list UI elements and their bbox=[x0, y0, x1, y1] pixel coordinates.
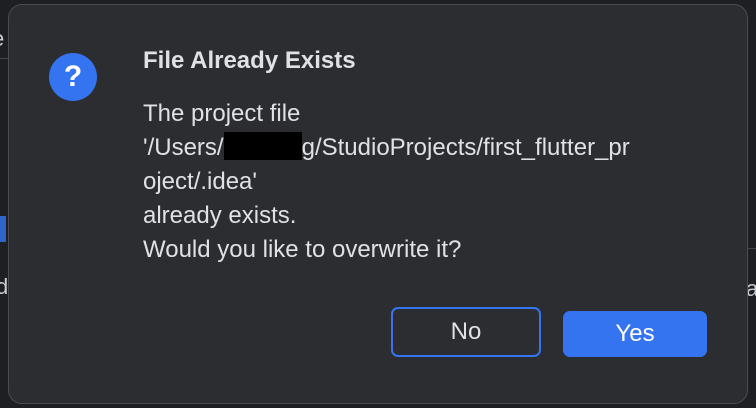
background-text-fragment: e bbox=[0, 28, 4, 50]
background-divider bbox=[0, 58, 8, 59]
dialog-message: The project file '/Users/g/StudioProject… bbox=[143, 97, 713, 267]
question-icon: ? bbox=[49, 53, 97, 101]
message-path-line: '/Users/g/StudioProjects/first_flutter_p… bbox=[143, 131, 713, 165]
path-prefix: '/Users/ bbox=[143, 134, 224, 161]
message-line: The project file bbox=[143, 100, 301, 127]
dialog-title: File Already Exists bbox=[143, 47, 356, 74]
redacted-username bbox=[223, 132, 302, 160]
message-line: oject/.idea' bbox=[143, 168, 257, 195]
background-selected-item bbox=[0, 216, 6, 242]
path-suffix: g/StudioProjects/first_flutter_pr bbox=[301, 134, 630, 161]
background-text-fragment: d bbox=[0, 274, 9, 299]
background-divider bbox=[748, 248, 756, 249]
message-line: already exists. bbox=[143, 202, 297, 229]
no-button[interactable]: No bbox=[391, 307, 541, 357]
yes-button[interactable]: Yes bbox=[563, 311, 707, 357]
file-exists-dialog: ? File Already Exists The project file '… bbox=[8, 4, 748, 404]
message-line: Would you like to overwrite it? bbox=[143, 236, 462, 263]
